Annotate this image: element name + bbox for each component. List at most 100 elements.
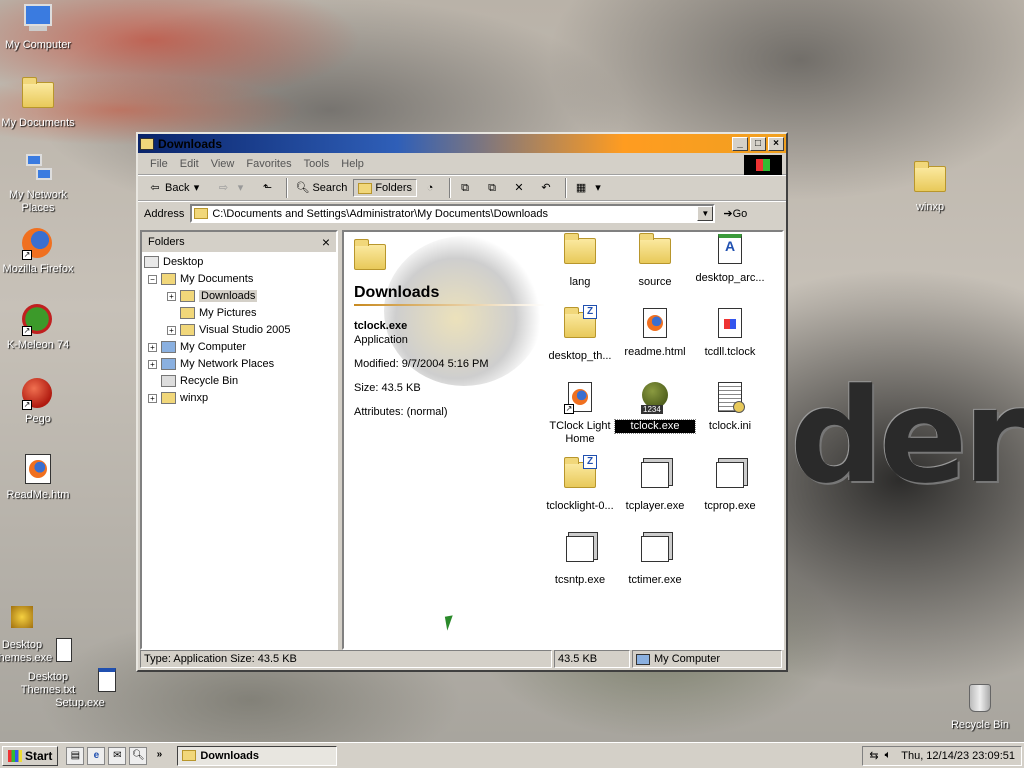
clock[interactable]: Thu, 12/14/23 23:09:51 xyxy=(901,750,1015,762)
copy-to-button[interactable]: ⧉ xyxy=(481,179,506,197)
status-size: 43.5 KB xyxy=(554,650,630,668)
menu-tools[interactable]: Tools xyxy=(298,158,336,170)
collapse-toggle[interactable]: − xyxy=(148,274,157,284)
volume-tray-icon[interactable]: 🔈︎ xyxy=(885,749,892,762)
back-button[interactable]: ⇦ Back ▾ xyxy=(144,179,210,197)
expand-toggle[interactable]: + xyxy=(167,325,176,335)
desktop-icon-my-network-places[interactable]: My Network Places xyxy=(0,152,76,215)
menu-view[interactable]: View xyxy=(205,158,241,170)
network-tray-icon[interactable]: ⇆ xyxy=(869,749,878,762)
tree-item-visual-studio[interactable]: + Visual Studio 2005 xyxy=(167,322,291,338)
desktop-icon-my-computer[interactable]: My Computer xyxy=(0,4,76,52)
quick-launch-chevron[interactable]: » xyxy=(150,747,168,765)
menu-favorites[interactable]: Favorites xyxy=(240,158,297,170)
title-bar[interactable]: Downloads _ □ × xyxy=(138,134,786,153)
wallpaper-text: der xyxy=(790,360,1024,512)
forward-button[interactable]: ⇨ ▾ xyxy=(212,179,254,197)
expand-toggle[interactable]: + xyxy=(148,393,157,403)
views-button[interactable]: ▦ ▾ xyxy=(570,179,612,197)
explorer-window[interactable]: Downloads _ □ × File Edit View Favorites… xyxy=(136,132,788,672)
details-pane: Downloads tclock.exe Application Modifie… xyxy=(354,238,544,418)
folders-pane: Folders × Desktop − My Documents + Downloa… xyxy=(140,230,338,650)
search-icon[interactable]: 🔍︎ xyxy=(129,746,148,765)
tree-item-desktop[interactable]: Desktop xyxy=(144,254,203,270)
network-icon xyxy=(22,154,54,186)
file-item-selected[interactable]: 1234 tclock.exe xyxy=(614,382,696,434)
tree-item-my-computer[interactable]: + My Computer xyxy=(148,339,246,355)
maximize-button[interactable]: □ xyxy=(750,136,766,151)
tree-item-winxp[interactable]: + winxp xyxy=(148,390,208,406)
system-tray: ⇆ 🔈︎ Thu, 12/14/23 23:09:51 xyxy=(862,745,1022,766)
desktop-icon-winxp[interactable]: winxp xyxy=(892,161,968,214)
file-item[interactable]: tcdll.tclock xyxy=(690,308,770,359)
search-button[interactable]: 🔍︎ Search xyxy=(291,179,351,197)
menu-help[interactable]: Help xyxy=(335,158,370,170)
dropdown-arrow-icon: ▾ xyxy=(193,182,200,194)
status-zone: My Computer xyxy=(632,650,782,668)
file-view[interactable]: Downloads tclock.exe Application Modifie… xyxy=(342,230,784,650)
k-meleon-icon: ↗ xyxy=(22,304,54,336)
file-item[interactable]: tclock.ini xyxy=(690,382,770,433)
address-input[interactable]: C:\Documents and Settings\Administrator\… xyxy=(190,204,716,223)
tree-item-my-documents[interactable]: − My Documents xyxy=(148,271,253,287)
folders-button[interactable]: Folders xyxy=(353,179,418,197)
undo-button[interactable]: ↶ xyxy=(535,179,560,197)
tree-item-my-pictures[interactable]: My Pictures xyxy=(180,305,256,321)
tree-item-my-network-places[interactable]: + My Network Places xyxy=(148,356,274,372)
address-dropdown-button[interactable]: ▼ xyxy=(697,206,714,221)
toolbar: ⇦ Back ▾ ⇨ ▾ ⬑ 🔍︎ Search Folders ◔ ⧉ ⧉ ✕ ↶ ▦… xyxy=(138,175,786,201)
minimize-button[interactable]: _ xyxy=(732,136,748,151)
folders-pane-close-button[interactable]: × xyxy=(322,234,330,250)
copy-to-icon: ⧉ xyxy=(488,182,496,194)
desktop-icon-pego[interactable]: ↗ Pego xyxy=(0,378,76,426)
start-button[interactable]: Start xyxy=(2,745,59,766)
menu-file[interactable]: File xyxy=(144,158,174,170)
taskbar-button-downloads[interactable]: Downloads xyxy=(177,745,338,766)
expand-toggle[interactable]: + xyxy=(148,342,157,352)
file-item[interactable]: Adesktop_arc... xyxy=(690,234,770,285)
back-arrow-icon: ⇦ xyxy=(150,182,160,194)
file-item[interactable]: tctimer.exe xyxy=(615,532,695,587)
file-item[interactable]: source xyxy=(615,233,695,289)
desktop-icon-mozilla-firefox[interactable]: ↗ Mozilla Firefox xyxy=(0,228,76,276)
file-item[interactable]: tcprop.exe xyxy=(690,458,770,513)
tree-item-recycle-bin[interactable]: Recycle Bin xyxy=(161,373,238,389)
delete-icon: ✕ xyxy=(514,182,524,194)
views-icon: ▦ xyxy=(575,182,587,194)
move-to-button[interactable]: ⧉ xyxy=(454,179,479,197)
delete-button[interactable]: ✕ xyxy=(508,179,533,197)
details-filename: tclock.exe xyxy=(354,320,408,332)
menu-edit[interactable]: Edit xyxy=(174,158,205,170)
file-item[interactable]: tcplayer.exe xyxy=(615,458,695,513)
details-modified: Modified: 9/7/2004 5:16 PM xyxy=(354,358,489,370)
tree-item-downloads[interactable]: + Downloads xyxy=(167,288,258,304)
file-item[interactable]: readme.html xyxy=(615,308,695,359)
history-button[interactable]: ◔ xyxy=(419,179,444,197)
recycle-bin-icon xyxy=(964,684,996,716)
file-item[interactable]: lang xyxy=(540,233,620,289)
expand-toggle[interactable]: + xyxy=(148,359,157,369)
folder-icon xyxy=(161,392,176,404)
status-type: Type: Application Size: 43.5 KB xyxy=(140,650,552,668)
desktop-icon-setup-exe[interactable]: Setup.exe xyxy=(42,668,118,710)
pictures-folder-icon xyxy=(180,307,195,319)
close-button[interactable]: × xyxy=(768,136,784,151)
show-desktop-icon[interactable]: ▤ xyxy=(66,746,85,765)
expand-toggle[interactable]: + xyxy=(167,291,176,301)
desktop-icon-readme[interactable]: ReadMe.htm xyxy=(0,454,76,502)
desktop-icon-k-meleon[interactable]: ↗ K-Meleon 74 xyxy=(0,304,76,352)
folder-icon xyxy=(182,750,197,761)
internet-explorer-icon[interactable]: e xyxy=(87,746,106,765)
toolbar-separator xyxy=(286,178,289,198)
themes-icon xyxy=(6,606,38,636)
file-item[interactable]: ↗ TClock Light Home xyxy=(540,382,620,446)
file-item[interactable]: Zdesktop_th... xyxy=(540,305,620,363)
file-item[interactable]: Ztclocklight-0... xyxy=(540,455,620,513)
desktop-icon-my-documents[interactable]: My Documents xyxy=(0,77,76,130)
outlook-express-icon[interactable]: ✉ xyxy=(108,746,127,765)
go-button[interactable]: ➔Go xyxy=(723,207,747,220)
file-item[interactable]: tcsntp.exe xyxy=(540,532,620,587)
desktop-icon-recycle-bin[interactable]: Recycle Bin xyxy=(940,684,1020,732)
up-button[interactable]: ⬑ xyxy=(256,179,281,197)
windows-logo-icon xyxy=(8,749,22,762)
